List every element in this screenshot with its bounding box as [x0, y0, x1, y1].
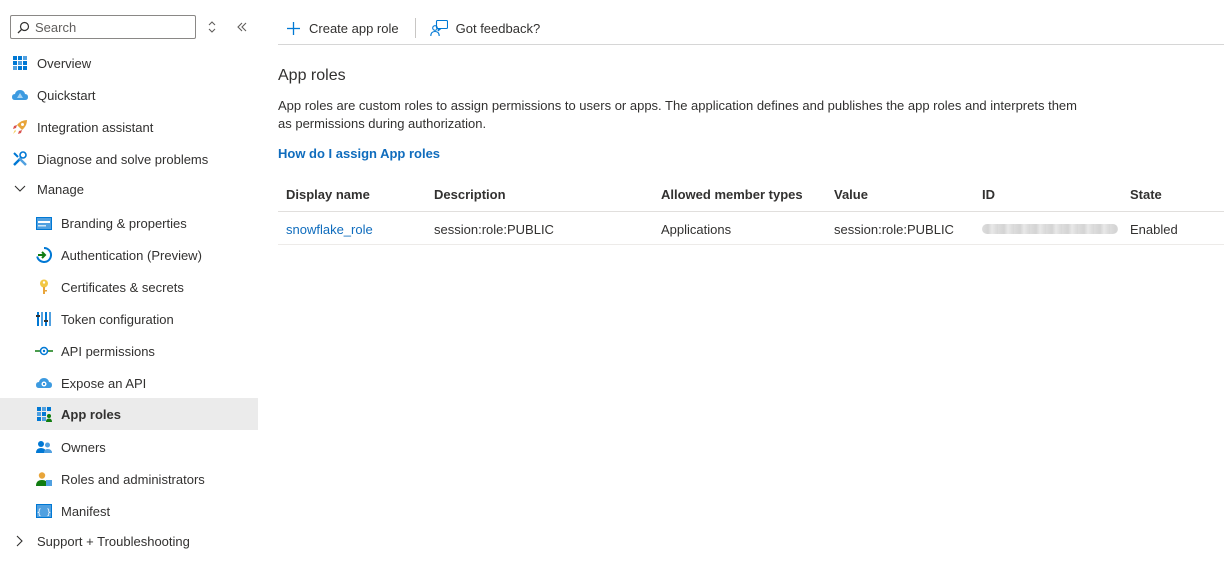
rocket-icon — [11, 118, 29, 136]
sidebar-group-support-troubleshooting[interactable]: Support + Troubleshooting — [0, 525, 258, 557]
sidebar-item-api-permissions[interactable]: API permissions — [0, 335, 258, 367]
sidebar-item-label: Branding & properties — [61, 215, 187, 231]
create-app-role-button[interactable]: Create app role — [286, 14, 399, 42]
role-id-redacted — [982, 224, 1118, 234]
svg-text:{ }: { } — [37, 508, 51, 517]
sidebar-item-expose-api[interactable]: Expose an API — [0, 367, 258, 399]
sidebar-item-label: App roles — [61, 406, 121, 422]
feedback-button[interactable]: Got feedback? — [429, 14, 541, 42]
person-roles-icon — [35, 470, 53, 488]
main-content: Create app role Got feedback? App roles … — [278, 0, 1224, 569]
sidebar-item-diagnose[interactable]: Diagnose and solve problems — [0, 143, 258, 175]
role-description: session:role:PUBLIC — [434, 222, 554, 237]
cloud-quickstart-icon — [11, 86, 29, 104]
token-bars-icon — [35, 310, 53, 328]
api-permissions-icon — [35, 342, 53, 360]
chevron-down-icon — [11, 180, 29, 198]
sidebar-item-label: Diagnose and solve problems — [37, 151, 209, 167]
sidebar-search-row — [10, 15, 260, 39]
sidebar-item-quickstart[interactable]: Quickstart — [0, 79, 258, 111]
cloud-api-icon — [35, 374, 53, 392]
collapse-sidebar-button[interactable] — [235, 19, 249, 35]
sidebar-item-roles-administrators[interactable]: Roles and administrators — [0, 463, 258, 495]
description-line-2: as permissions during authorization. — [278, 116, 487, 131]
column-header-state[interactable]: State — [1130, 187, 1162, 202]
authentication-icon — [35, 246, 53, 264]
sidebar-item-integration-assistant[interactable]: Integration assistant — [0, 111, 258, 143]
sidebar-item-label: Overview — [37, 55, 92, 71]
wrench-icon — [11, 150, 29, 168]
sidebar: Overview Quickstart Integration assistan… — [0, 0, 258, 569]
owners-people-icon — [35, 438, 53, 456]
column-header-description[interactable]: Description — [434, 187, 506, 202]
sidebar-item-label: Certificates & secrets — [61, 279, 184, 295]
sidebar-item-label: Integration assistant — [37, 119, 154, 135]
search-icon — [17, 21, 30, 33]
search-box[interactable] — [10, 15, 196, 39]
create-app-role-label: Create app role — [309, 20, 399, 36]
sidebar-item-overview[interactable]: Overview — [0, 47, 258, 79]
column-header-value[interactable]: Value — [834, 187, 868, 202]
role-allowed-member-types: Applications — [661, 222, 732, 237]
sidebar-item-manifest[interactable]: { } Manifest — [0, 495, 258, 527]
page-title: App roles — [278, 67, 346, 84]
key-icon — [35, 278, 53, 296]
plus-icon — [287, 21, 300, 35]
sidebar-item-label: Token configuration — [61, 311, 174, 327]
feedback-person-icon — [429, 19, 448, 36]
table-row[interactable]: snowflake_role session:role:PUBLIC Appli… — [278, 212, 1224, 245]
search-input[interactable] — [35, 19, 185, 35]
feedback-label: Got feedback? — [455, 20, 541, 36]
column-header-id[interactable]: ID — [982, 187, 995, 202]
sidebar-item-branding[interactable]: Branding & properties — [0, 207, 258, 239]
sidebar-item-label: Expose an API — [61, 375, 147, 391]
page-description: App roles are custom roles to assign per… — [278, 97, 1078, 133]
role-value: session:role:PUBLIC — [834, 222, 954, 237]
double-chevron-left-icon — [237, 22, 247, 32]
sort-icon — [208, 21, 216, 33]
sidebar-item-authentication[interactable]: Authentication (Preview) — [0, 239, 258, 271]
sidebar-item-owners[interactable]: Owners — [0, 431, 258, 463]
sidebar-item-label: Authentication (Preview) — [61, 247, 202, 263]
toolbar-divider — [414, 18, 416, 38]
column-header-display-name[interactable]: Display name — [286, 187, 370, 202]
chevron-right-icon — [11, 532, 29, 550]
app-roles-table: Display name Description Allowed member … — [278, 178, 1224, 245]
sidebar-item-label: Owners — [61, 439, 106, 455]
sidebar-item-label: Manage — [37, 181, 84, 197]
sidebar-item-label: Quickstart — [37, 87, 96, 103]
command-bar: Create app role Got feedback? — [278, 14, 540, 42]
sidebar-item-token-configuration[interactable]: Token configuration — [0, 303, 258, 335]
description-line-1: App roles are custom roles to assign per… — [278, 98, 1077, 113]
sidebar-group-manage[interactable]: Manage — [0, 173, 258, 205]
app-roles-grid-icon — [35, 405, 53, 423]
how-to-assign-app-roles-link[interactable]: How do I assign App roles — [278, 146, 440, 161]
role-state: Enabled — [1130, 222, 1178, 237]
column-header-allowed-member-types[interactable]: Allowed member types — [661, 187, 803, 202]
toolbar-divider-line — [278, 44, 1224, 45]
role-display-name-link[interactable]: snowflake_role — [286, 222, 373, 237]
manifest-braces-icon: { } — [35, 502, 53, 520]
sidebar-item-certificates[interactable]: Certificates & secrets — [0, 271, 258, 303]
sidebar-item-label: Roles and administrators — [61, 471, 205, 487]
table-header: Display name Description Allowed member … — [278, 178, 1224, 212]
sidebar-item-label: Manifest — [61, 503, 111, 519]
sidebar-item-app-roles[interactable]: App roles — [0, 398, 258, 430]
overview-grid-icon — [11, 54, 29, 72]
sort-toggle-button[interactable] — [205, 19, 219, 35]
branding-card-icon — [35, 214, 53, 232]
sidebar-item-label: Support + Troubleshooting — [37, 533, 190, 549]
sidebar-item-label: API permissions — [61, 343, 155, 359]
